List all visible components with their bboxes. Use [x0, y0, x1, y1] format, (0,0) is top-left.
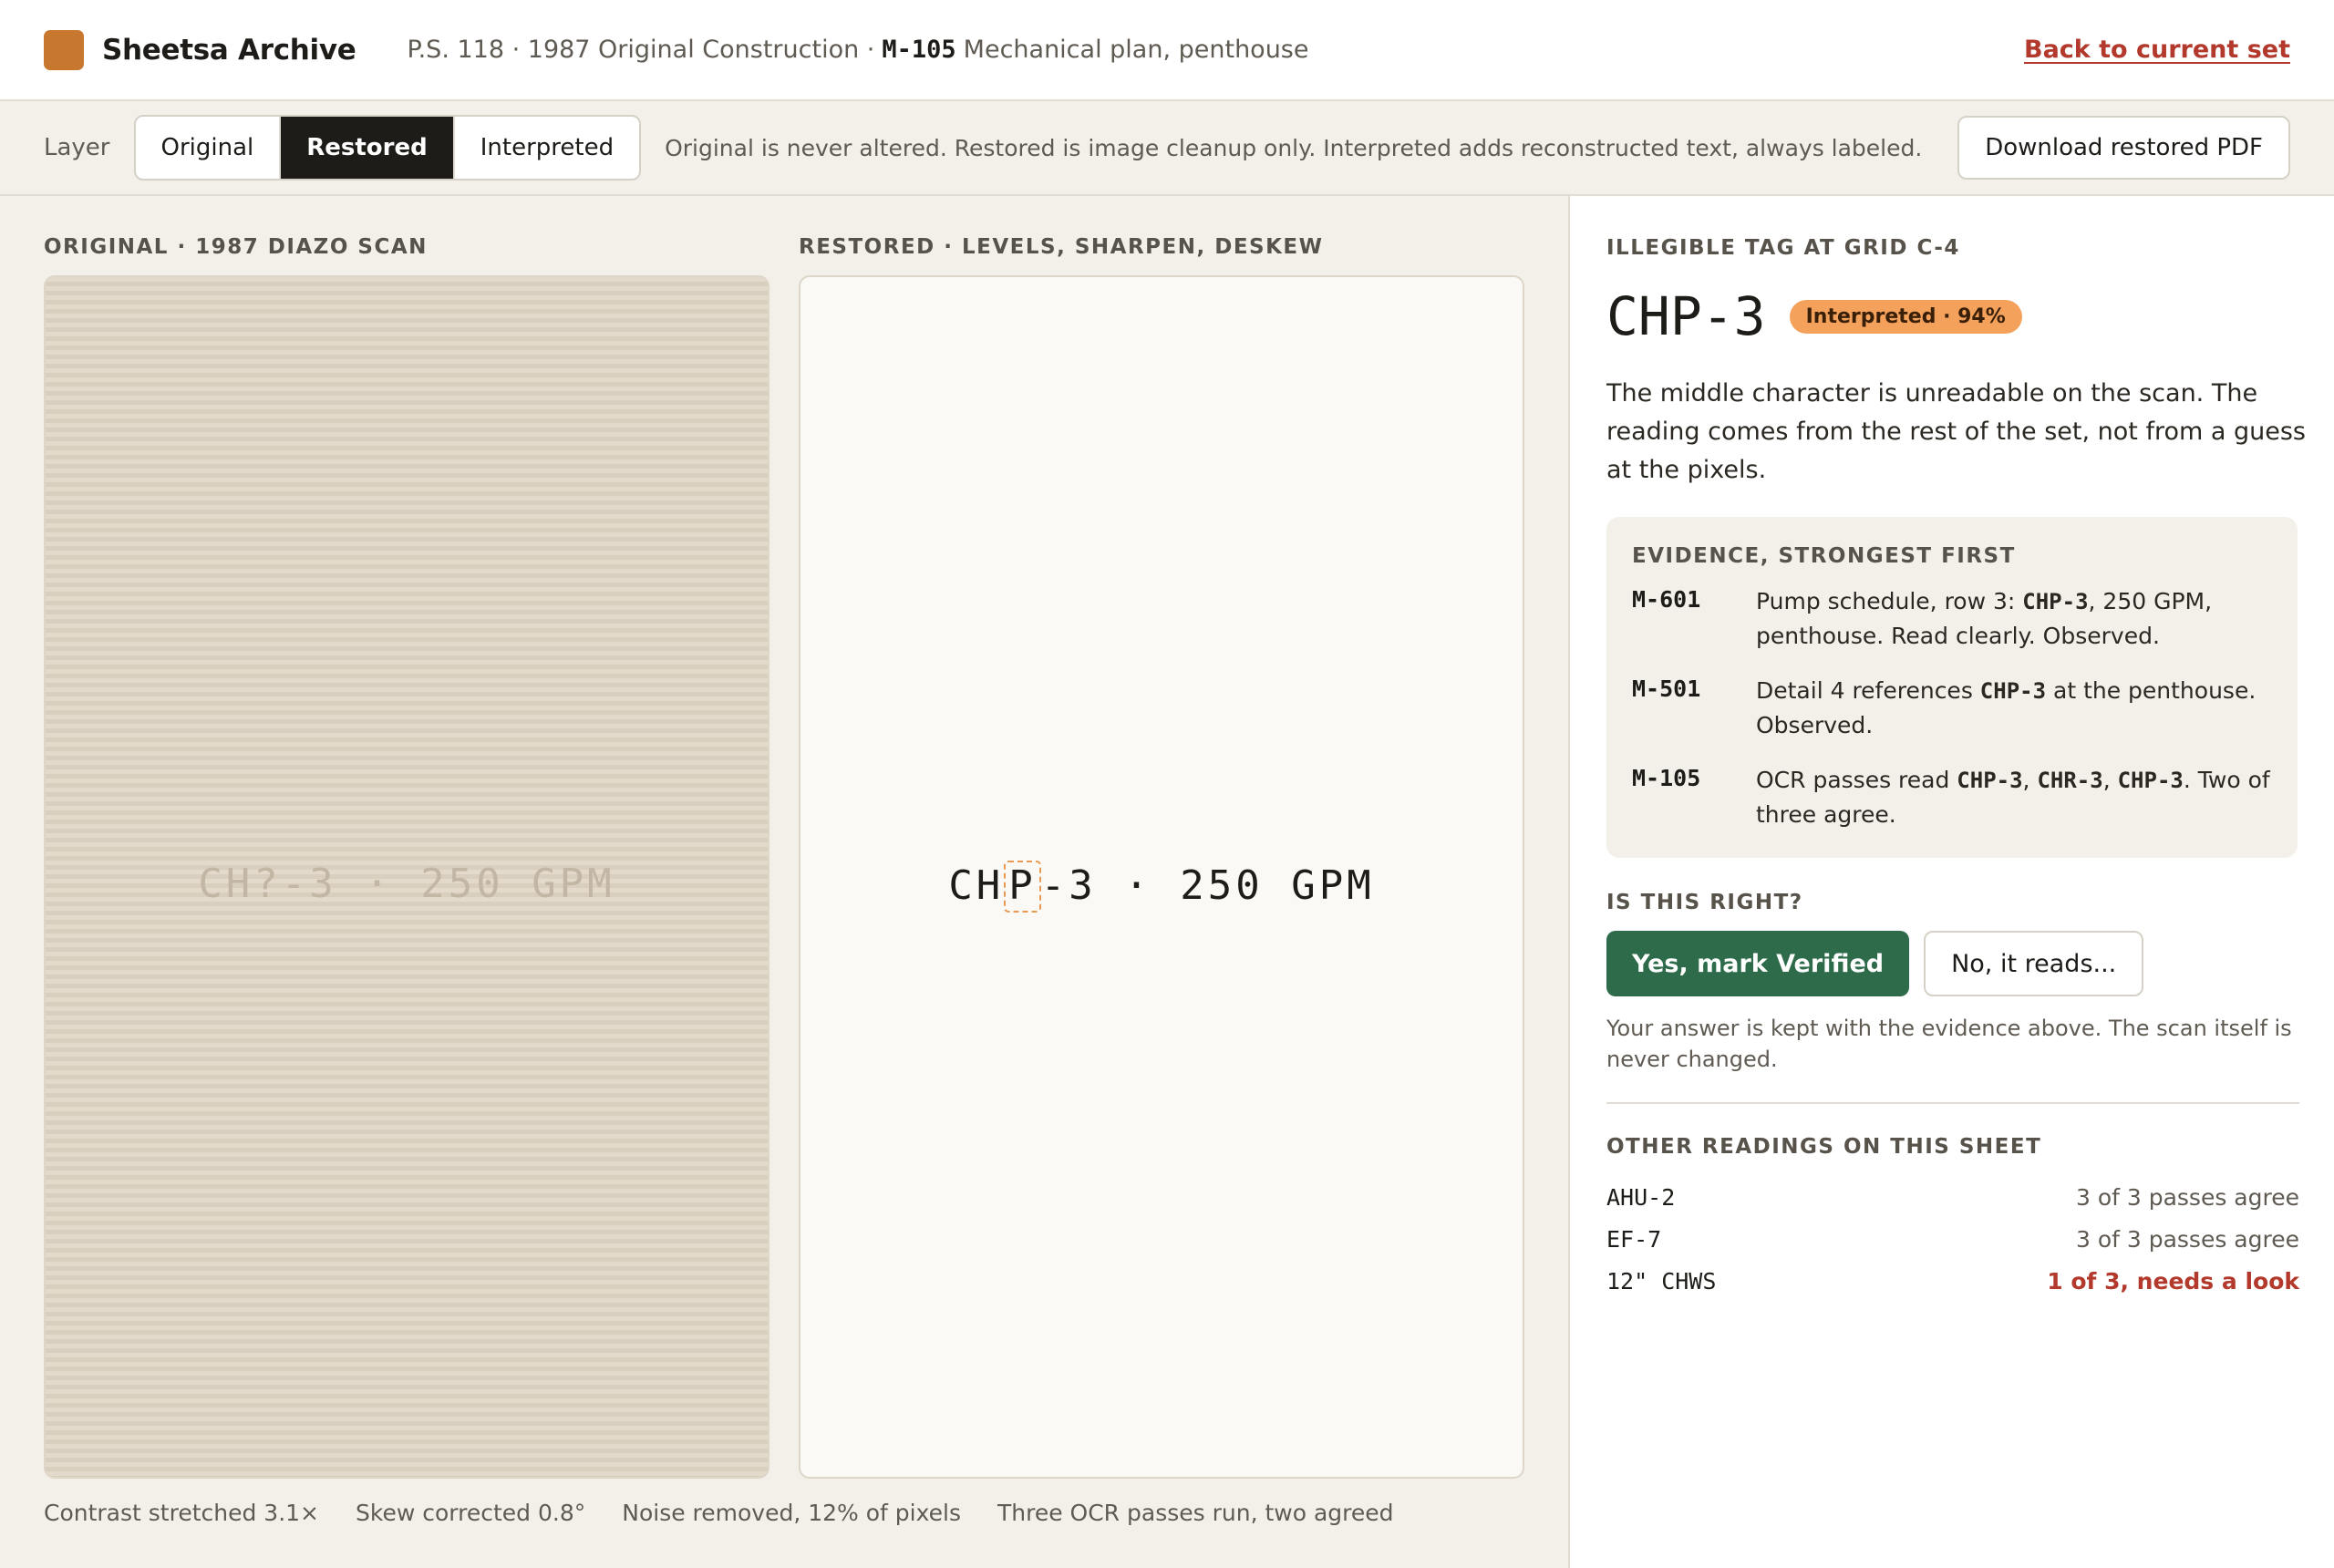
original-panel-label: ORIGINAL · 1987 DIAZO SCAN — [44, 235, 428, 259]
reading-status: 3 of 3 passes agree — [2075, 1183, 2299, 1211]
breadcrumb-sheet-id: M-105 — [882, 36, 956, 64]
layer-interpreted-button[interactable]: Interpreted — [455, 117, 639, 179]
evidence-item: M-105 OCR passes read CHP-3, CHR-3, CHP-… — [1632, 763, 2272, 832]
correct-reading-button[interactable]: No, it reads... — [1924, 931, 2144, 996]
evidence-item: M-601 Pump schedule, row 3: CHP-3, 250 G… — [1632, 584, 2272, 654]
evidence-sheet-link[interactable]: M-501 — [1632, 674, 1756, 743]
stat-contrast: Contrast stretched 3.1× — [44, 1500, 320, 1526]
reading-row[interactable]: EF-7 3 of 3 passes agree — [1606, 1222, 2299, 1255]
reading-status-warning: 1 of 3, needs a look — [2047, 1267, 2299, 1295]
evidence-tag: CHP-3 — [2117, 768, 2184, 793]
evidence-box: EVIDENCE, STRONGEST FIRST M-601 Pump sch… — [1606, 517, 2298, 858]
breadcrumb-project: P.S. 118 · 1987 Original Construction · — [407, 36, 875, 64]
evidence-label: EVIDENCE, STRONGEST FIRST — [1632, 544, 2016, 568]
evidence-text-part: OCR passes read — [1756, 767, 1957, 793]
breadcrumb-sheet-title: Mechanical plan, penthouse — [963, 36, 1309, 64]
reading-tag: EF-7 — [1606, 1225, 1662, 1253]
restored-text-before: CH — [948, 862, 1005, 909]
mark-verified-button[interactable]: Yes, mark Verified — [1606, 931, 1910, 996]
other-readings-label: OTHER READINGS ON THIS SHEET — [1606, 1135, 2042, 1159]
original-scan-text: CH?-3 · 250 GPM — [198, 861, 615, 907]
processing-stats: Contrast stretched 3.1× Skew corrected 0… — [44, 1500, 1394, 1526]
other-readings-list: AHU-2 3 of 3 passes agree EF-7 3 of 3 pa… — [1606, 1181, 2299, 1297]
evidence-text-part: , — [2022, 767, 2038, 793]
app-header: Sheetsa Archive P.S. 118 · 1987 Original… — [0, 0, 2334, 101]
reading-status: 3 of 3 passes agree — [2075, 1225, 2299, 1253]
evidence-tag: CHP-3 — [1957, 768, 2023, 793]
reading-tag: AHU-2 — [1606, 1183, 1676, 1211]
evidence-sheet-link[interactable]: M-105 — [1632, 763, 1756, 832]
stat-skew: Skew corrected 0.8° — [356, 1500, 586, 1526]
layer-restored-button[interactable]: Restored — [281, 117, 455, 179]
evidence-item: M-501 Detail 4 references CHP-3 at the p… — [1632, 674, 2272, 743]
evidence-tag: CHP-3 — [2022, 589, 2089, 614]
evidence-sheet-link[interactable]: M-601 — [1632, 584, 1756, 654]
question-label: IS THIS RIGHT? — [1606, 891, 1803, 914]
restored-panel-label: RESTORED · LEVELS, SHARPEN, DESKEW — [799, 235, 1324, 259]
evidence-text-part: Pump schedule, row 3: — [1756, 588, 2023, 614]
layer-toolbar: Layer Original Restored Interpreted Orig… — [0, 101, 2334, 196]
layer-original-button[interactable]: Original — [136, 117, 282, 179]
evidence-tag: CHP-3 — [1979, 678, 2047, 704]
layer-label: Layer — [44, 134, 110, 161]
restored-text-after: -3 · 250 GPM — [1040, 862, 1375, 909]
tag-heading: CHP-3 Interpreted · 94% — [1606, 285, 2298, 347]
answer-note: Your answer is kept with the evidence ab… — [1606, 1016, 2292, 1072]
brand-logo-icon — [44, 29, 84, 70]
interpreted-badge: Interpreted · 94% — [1789, 299, 2022, 334]
detail-sidebar: ILLEGIBLE TAG AT GRID C-4 CHP-3 Interpre… — [1568, 196, 2334, 1568]
evidence-tag: CHR-3 — [2037, 768, 2103, 793]
restored-scan-text: CH P -3 · 250 GPM — [800, 861, 1523, 913]
evidence-text: Detail 4 references CHP-3 at the penthou… — [1756, 674, 2272, 743]
verify-actions: Yes, mark Verified No, it reads... — [1606, 931, 2298, 996]
evidence-text-part: Detail 4 references — [1756, 677, 1980, 704]
layer-note: Original is never altered. Restored is i… — [665, 134, 1923, 161]
evidence-text-part: , — [2102, 767, 2118, 793]
reading-row[interactable]: AHU-2 3 of 3 passes agree — [1606, 1181, 2299, 1213]
tag-description: The middle character is unreadable on th… — [1606, 379, 2306, 484]
stat-ocr: Three OCR passes run, two agreed — [997, 1500, 1394, 1526]
tag-value: CHP-3 — [1606, 285, 1766, 347]
restored-scan-view[interactable]: CH P -3 · 250 GPM — [799, 275, 1524, 1479]
reading-tag: 12" CHWS — [1606, 1267, 1717, 1295]
divider — [1606, 1102, 2299, 1104]
back-to-current-set-link[interactable]: Back to current set — [2024, 36, 2290, 64]
download-restored-pdf-button[interactable]: Download restored PDF — [1957, 116, 2290, 180]
original-scan-view[interactable]: CH?-3 · 250 GPM — [44, 275, 769, 1479]
breadcrumb: P.S. 118 · 1987 Original Construction · … — [408, 36, 1309, 64]
illegible-char-highlight[interactable]: P — [1004, 861, 1041, 913]
stat-noise: Noise removed, 12% of pixels — [622, 1500, 961, 1526]
evidence-text: Pump schedule, row 3: CHP-3, 250 GPM, pe… — [1756, 584, 2272, 654]
evidence-text: OCR passes read CHP-3, CHR-3, CHP-3. Two… — [1756, 763, 2272, 832]
brand-name: Sheetsa Archive — [102, 33, 356, 67]
tag-location-label: ILLEGIBLE TAG AT GRID C-4 — [1606, 236, 1960, 260]
reading-row[interactable]: 12" CHWS 1 of 3, needs a look — [1606, 1264, 2299, 1297]
layer-switcher: Original Restored Interpreted — [133, 115, 642, 181]
